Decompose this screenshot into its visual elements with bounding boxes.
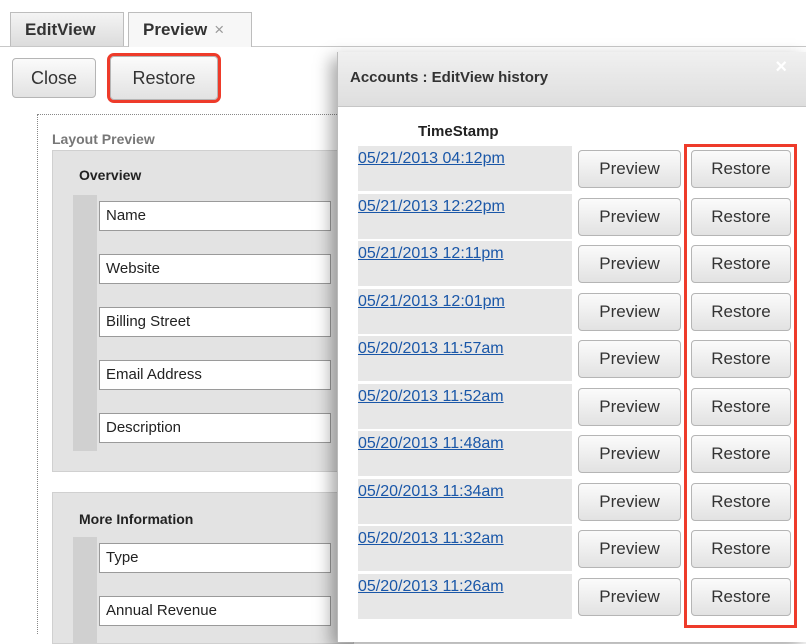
tab-preview-label: Preview: [143, 20, 208, 39]
preview-button[interactable]: Preview: [578, 483, 681, 521]
timestamp-link[interactable]: 05/20/2013 11:52am: [358, 388, 504, 406]
timestamp-link[interactable]: 05/21/2013 12:11pm: [358, 245, 504, 263]
field-type: Type: [99, 543, 331, 573]
preview-button[interactable]: Preview: [578, 150, 681, 188]
field-description: Description: [99, 413, 331, 443]
panel-overview: Overview Name Website Billing Street Ema…: [52, 150, 354, 472]
timestamp-link[interactable]: 05/21/2013 12:22pm: [358, 198, 505, 216]
preview-button[interactable]: Preview: [578, 293, 681, 331]
timestamp-link[interactable]: 05/20/2013 11:26am: [358, 578, 504, 596]
preview-button[interactable]: Preview: [578, 245, 681, 283]
timestamp-link[interactable]: 05/21/2013 12:01pm: [358, 293, 505, 311]
tab-editview-label: EditView: [25, 19, 96, 39]
history-row: 05/20/2013 11:26am Preview Restore: [358, 574, 806, 621]
history-row: 05/21/2013 12:01pm Preview Restore: [358, 289, 806, 336]
history-row: 05/21/2013 04:12pm Preview Restore: [358, 146, 806, 193]
dialog-header: Accounts : EditView history ×: [338, 52, 806, 107]
history-row: 05/20/2013 11:57am Preview Restore: [358, 336, 806, 383]
preview-button[interactable]: Preview: [578, 198, 681, 236]
history-row: 05/20/2013 11:48am Preview Restore: [358, 431, 806, 478]
history-row: 05/21/2013 12:11pm Preview Restore: [358, 241, 806, 288]
history-row: 05/20/2013 11:32am Preview Restore: [358, 526, 806, 573]
timestamp-link[interactable]: 05/20/2013 11:34am: [358, 483, 504, 501]
restore-row-button[interactable]: Restore: [691, 530, 791, 568]
tab-editview[interactable]: EditView: [10, 12, 124, 46]
restore-row-button[interactable]: Restore: [691, 245, 791, 283]
restore-row-button[interactable]: Restore: [691, 340, 791, 378]
restore-row-button[interactable]: Restore: [691, 150, 791, 188]
dialog-close-icon[interactable]: ×: [775, 56, 787, 79]
layout-border-left: [37, 114, 38, 634]
close-button[interactable]: Close: [12, 58, 96, 98]
restore-row-button[interactable]: Restore: [691, 198, 791, 236]
preview-button[interactable]: Preview: [578, 340, 681, 378]
field-column-bar: [73, 195, 97, 451]
panel-more-information: More Information Type Annual Revenue: [52, 492, 354, 644]
preview-button[interactable]: Preview: [578, 530, 681, 568]
timestamp-link[interactable]: 05/20/2013 11:32am: [358, 530, 504, 548]
timestamp-link[interactable]: 05/21/2013 04:12pm: [358, 150, 505, 168]
panel-title: Overview: [79, 167, 142, 183]
timestamp-column-header: TimeStamp: [418, 123, 499, 140]
close-icon[interactable]: ×: [214, 20, 224, 40]
restore-row-button[interactable]: Restore: [691, 578, 791, 616]
restore-row-button[interactable]: Restore: [691, 435, 791, 473]
history-row: 05/20/2013 11:52am Preview Restore: [358, 384, 806, 431]
preview-button[interactable]: Preview: [578, 578, 681, 616]
field-column-bar: [73, 537, 97, 643]
field-email-address: Email Address: [99, 360, 331, 390]
timestamp-link[interactable]: 05/20/2013 11:57am: [358, 340, 504, 358]
restore-row-button[interactable]: Restore: [691, 388, 791, 426]
restore-row-button[interactable]: Restore: [691, 483, 791, 521]
field-annual-revenue: Annual Revenue: [99, 596, 331, 626]
layout-border-top: [37, 114, 347, 115]
tab-bar: EditView Preview ×: [0, 0, 806, 47]
tab-preview[interactable]: Preview ×: [128, 12, 252, 47]
history-row: 05/20/2013 11:34am Preview Restore: [358, 479, 806, 526]
preview-button[interactable]: Preview: [578, 435, 681, 473]
history-dialog: Accounts : EditView history × TimeStamp …: [337, 52, 806, 642]
field-name: Name: [99, 201, 331, 231]
layout-preview-title: Layout Preview: [52, 131, 155, 147]
restore-row-button[interactable]: Restore: [691, 293, 791, 331]
panel-title: More Information: [79, 511, 194, 527]
history-row: 05/21/2013 12:22pm Preview Restore: [358, 194, 806, 241]
timestamp-link[interactable]: 05/20/2013 11:48am: [358, 435, 504, 453]
preview-button[interactable]: Preview: [578, 388, 681, 426]
dialog-title: Accounts : EditView history: [350, 69, 549, 86]
restore-button[interactable]: Restore: [107, 53, 221, 103]
field-website: Website: [99, 254, 331, 284]
field-billing-street: Billing Street: [99, 307, 331, 337]
